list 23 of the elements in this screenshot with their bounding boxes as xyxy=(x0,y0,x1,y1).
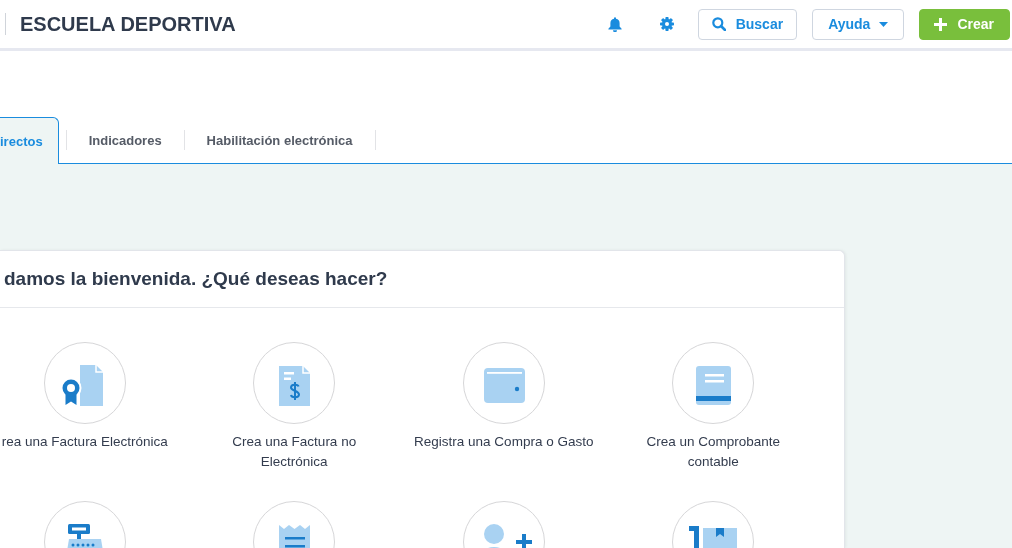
bell-icon[interactable] xyxy=(607,16,622,32)
search-button[interactable]: Buscar xyxy=(697,8,798,40)
caret-icon xyxy=(879,21,889,27)
tab[interactable]: Indicadores xyxy=(66,117,184,163)
quick-action-button[interactable]: Crea un Comprobante contable xyxy=(620,342,806,472)
quick-action-button[interactable]: Crea una Factura no Electrónica xyxy=(201,342,387,472)
tab[interactable]: Habilitación electrónica xyxy=(184,117,375,163)
book-icon xyxy=(672,342,755,424)
quick-action-button[interactable]: Registra una Compra o Gasto xyxy=(414,342,594,472)
quick-action-button[interactable]: rea una Factura Electrónica xyxy=(1,342,168,472)
quick-action-button[interactable] xyxy=(43,501,126,548)
quick-action-button[interactable] xyxy=(253,501,336,548)
quick-action-button[interactable] xyxy=(462,501,545,548)
quick-action-button[interactable] xyxy=(672,501,755,548)
search-icon xyxy=(711,17,726,31)
app-title: ESCUELA DEPORTIVA xyxy=(20,12,236,36)
help-dropdown[interactable]: Ayuda xyxy=(812,8,905,40)
settings-icon[interactable] xyxy=(659,17,674,31)
plus-icon xyxy=(934,17,948,31)
document-dollar-icon xyxy=(253,342,336,424)
welcome-heading: damos la bienvenida. ¿Qué deseas hacer? xyxy=(4,268,388,290)
wallet-icon xyxy=(462,342,545,424)
document-ribbon-icon xyxy=(43,342,126,424)
